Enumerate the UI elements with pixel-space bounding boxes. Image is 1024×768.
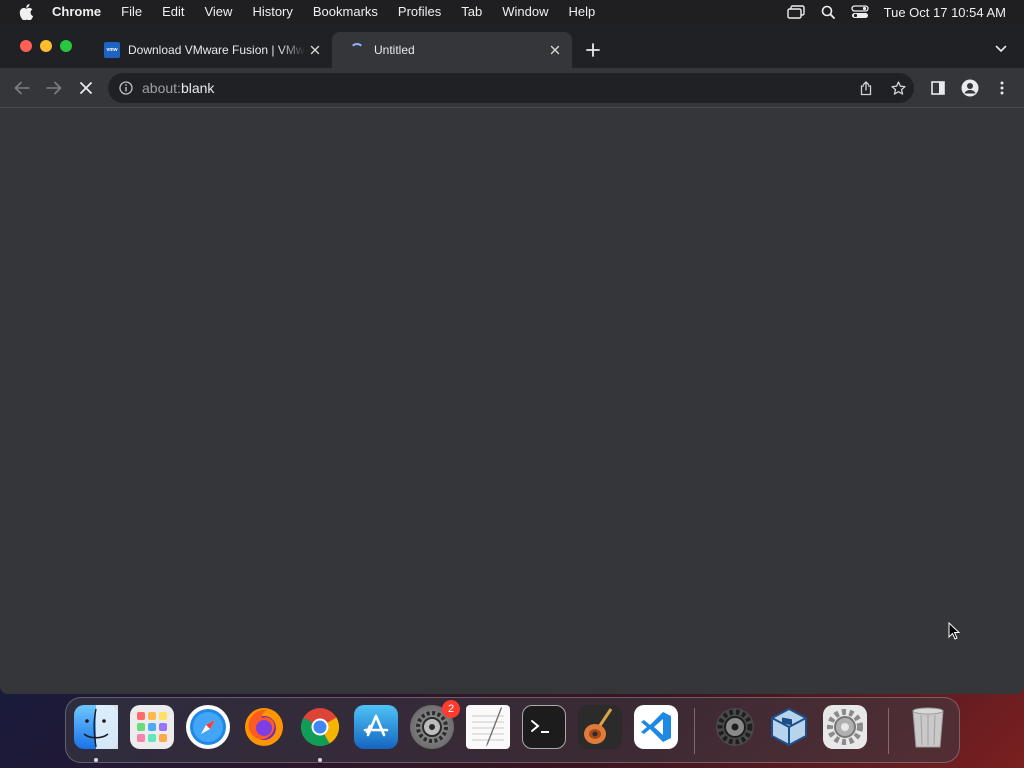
screen-mirroring-icon[interactable]	[780, 0, 812, 24]
dock-terminal-icon[interactable]	[522, 705, 566, 749]
dock-system-settings-icon[interactable]	[713, 705, 757, 749]
dock-virtualbox-icon[interactable]	[767, 705, 811, 749]
dock-separator	[694, 708, 695, 754]
mouse-cursor	[948, 621, 961, 645]
dock-finder-icon[interactable]	[74, 705, 118, 749]
menu-file[interactable]: File	[111, 0, 152, 24]
stop-loading-button[interactable]	[74, 76, 98, 100]
plus-icon	[586, 43, 600, 57]
menu-bar: Chrome File Edit View History Bookmarks …	[0, 0, 1024, 24]
dock-firefox-icon[interactable]	[242, 705, 286, 749]
close-window-button[interactable]	[20, 40, 32, 52]
back-button[interactable]	[10, 76, 34, 100]
notification-badge: 2	[442, 700, 460, 718]
site-info-icon[interactable]	[118, 80, 134, 96]
address-bar[interactable]: about:blank	[108, 73, 914, 103]
running-indicator	[318, 758, 322, 762]
tab-title: Download VMware Fusion | VMware	[128, 43, 306, 57]
menu-view[interactable]: View	[194, 0, 242, 24]
fullscreen-window-button[interactable]	[60, 40, 72, 52]
close-icon	[80, 82, 92, 94]
browser-window: vmw Download VMware Fusion | VMware Unti…	[0, 24, 1024, 694]
apple-menu[interactable]	[0, 4, 52, 20]
dock-system-preferences-icon[interactable]: 2	[410, 700, 460, 749]
menu-window[interactable]: Window	[492, 0, 558, 24]
dock: 2	[65, 697, 960, 763]
menu-profiles[interactable]: Profiles	[388, 0, 451, 24]
chevron-down-icon	[995, 45, 1007, 52]
menu-bookmarks[interactable]: Bookmarks	[303, 0, 388, 24]
dock-textedit-icon[interactable]	[466, 705, 510, 749]
url-scheme: about:	[142, 80, 181, 96]
menu-edit[interactable]: Edit	[152, 0, 194, 24]
menu-tab[interactable]: Tab	[451, 0, 492, 24]
close-tab-icon[interactable]	[306, 41, 324, 59]
dock-chrome-icon[interactable]	[298, 705, 342, 749]
side-panel-icon	[931, 81, 945, 95]
arrow-left-icon	[14, 81, 30, 95]
dock-app-store-icon[interactable]	[354, 705, 398, 749]
dock-garageband-icon[interactable]	[578, 705, 622, 749]
url-path: blank	[180, 80, 215, 96]
share-icon	[860, 80, 872, 95]
profile-button[interactable]	[958, 76, 982, 100]
menu-help[interactable]: Help	[559, 0, 606, 24]
page-content[interactable]	[0, 109, 1024, 694]
menu-bar-clock[interactable]: Tue Oct 17 10:54 AM	[876, 5, 1024, 20]
star-icon	[890, 80, 906, 95]
loading-spinner-icon	[350, 43, 364, 57]
dock-trash-icon[interactable]	[906, 705, 950, 749]
new-tab-button[interactable]	[582, 39, 604, 61]
dock-separator	[888, 708, 889, 754]
tab-untitled-active[interactable]: Untitled	[332, 32, 572, 68]
address-bar-url[interactable]: about:blank	[142, 80, 850, 96]
window-controls	[20, 40, 72, 52]
share-button[interactable]	[850, 73, 882, 103]
forward-button[interactable]	[42, 76, 66, 100]
more-vertical-icon	[1000, 81, 1004, 95]
menu-app-name[interactable]: Chrome	[52, 0, 111, 24]
avatar-icon	[961, 79, 979, 97]
tab-vmware-fusion[interactable]: vmw Download VMware Fusion | VMware	[96, 32, 332, 68]
vmware-favicon-icon: vmw	[104, 42, 120, 58]
tab-title: Untitled	[374, 43, 415, 57]
menu-history[interactable]: History	[242, 0, 302, 24]
tab-strip: vmw Download VMware Fusion | VMware Unti…	[0, 24, 1024, 68]
tab-search-button[interactable]	[992, 40, 1010, 58]
dock-vscode-icon[interactable]	[634, 705, 678, 749]
control-center-icon[interactable]	[844, 0, 876, 24]
browser-toolbar: about:blank	[0, 68, 1024, 108]
arrow-right-icon	[46, 81, 62, 95]
dock-settings-gear-icon[interactable]	[823, 705, 867, 749]
side-panel-button[interactable]	[926, 76, 950, 100]
dock-safari-icon[interactable]	[186, 705, 230, 749]
apple-icon	[19, 4, 33, 20]
close-tab-icon[interactable]	[546, 41, 564, 59]
spotlight-search-icon[interactable]	[812, 0, 844, 24]
chrome-menu-button[interactable]	[990, 76, 1014, 100]
minimize-window-button[interactable]	[40, 40, 52, 52]
dock-launchpad-icon[interactable]	[130, 705, 174, 749]
running-indicator	[94, 758, 98, 762]
bookmark-star-button[interactable]	[882, 73, 914, 103]
